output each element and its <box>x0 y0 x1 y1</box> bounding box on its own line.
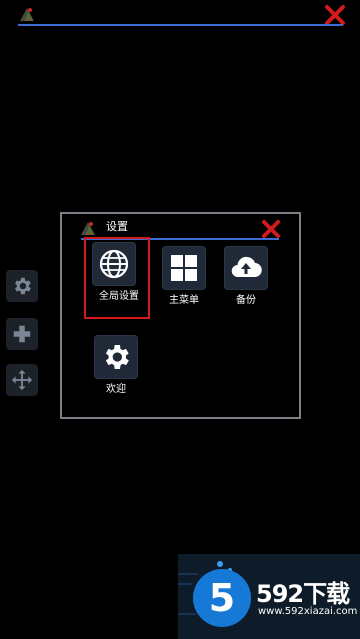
close-icon[interactable] <box>324 4 346 26</box>
move-tool-button[interactable] <box>6 364 38 396</box>
tile-icon-box <box>92 242 136 286</box>
tile-icon-box <box>162 246 206 290</box>
watermark: 5 592下载 www.592xiazai.com <box>178 554 360 639</box>
gear-icon <box>105 345 129 369</box>
plus-icon <box>13 325 31 343</box>
tile-label: 欢迎 <box>106 384 126 395</box>
dialog-title: 设置 <box>106 220 128 233</box>
gear-icon <box>15 277 31 295</box>
app-logo-icon <box>81 222 95 235</box>
watermark-url: www.592xiazai.com <box>258 606 358 617</box>
watermark-brand: 592下载 <box>256 580 350 608</box>
globe-icon <box>99 249 129 279</box>
move-arrows-icon <box>11 369 33 391</box>
title-divider <box>18 24 343 26</box>
settings-dialog: 设置 全局设置 主菜单 备份 欢迎 <box>60 212 301 419</box>
tile-main-menu[interactable]: 主菜单 <box>154 241 214 313</box>
watermark-digit: 5 <box>208 576 236 620</box>
app-logo-icon <box>20 8 34 21</box>
add-tool-button[interactable] <box>6 318 38 350</box>
top-bar <box>0 0 360 28</box>
tile-global-settings[interactable]: 全局设置 <box>84 237 150 319</box>
tile-icon-box <box>94 335 138 379</box>
grid-icon <box>171 255 197 281</box>
watermark-badge: 5 <box>193 569 251 627</box>
settings-tool-button[interactable] <box>6 270 38 302</box>
cloud-upload-icon <box>231 256 262 278</box>
close-icon[interactable] <box>261 219 281 239</box>
tile-icon-box <box>224 246 268 290</box>
tile-welcome[interactable]: 欢迎 <box>86 330 146 402</box>
tile-label: 备份 <box>236 295 256 306</box>
tile-backup[interactable]: 备份 <box>216 241 276 313</box>
